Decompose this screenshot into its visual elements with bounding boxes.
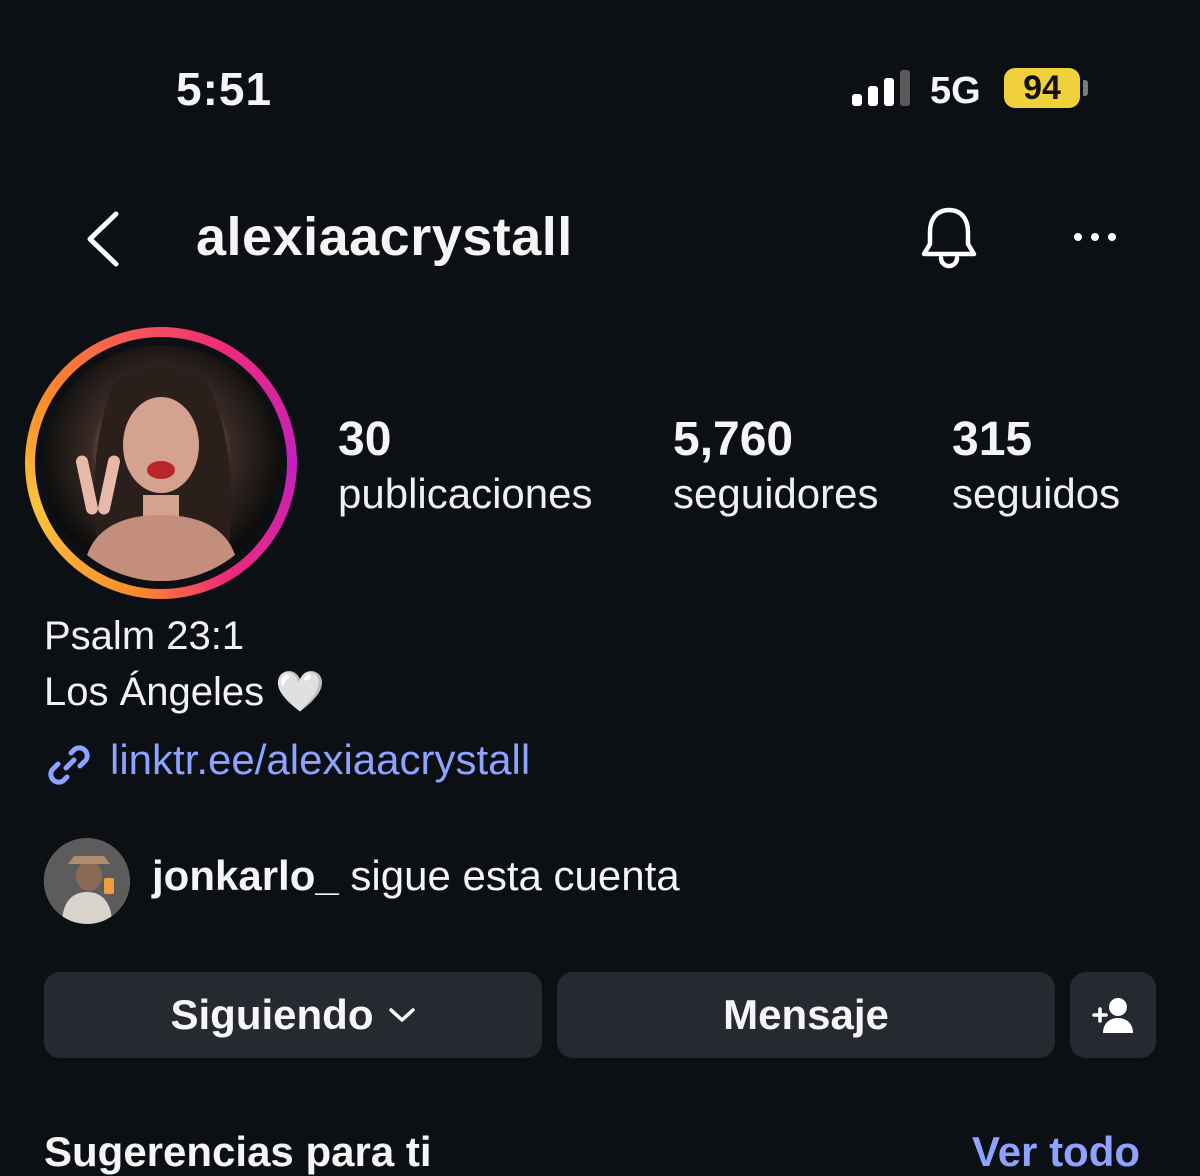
network-label: 5G (930, 70, 981, 112)
bell-icon[interactable] (916, 204, 982, 270)
followed-by-text: jonkarlo_ sigue esta cuenta (152, 852, 680, 900)
follower-avatar[interactable] (44, 838, 130, 924)
more-icon[interactable] (1070, 222, 1120, 252)
signal-icon (852, 70, 910, 106)
link-icon (48, 745, 90, 785)
bio-location: Los Ángeles (44, 670, 265, 714)
suggestions-title: Sugerencias para ti (44, 1128, 432, 1175)
profile-username: alexiaacrystall (196, 207, 573, 267)
followed-by-suffix: sigue esta cuenta (338, 852, 680, 899)
battery-indicator: 94 (1004, 68, 1080, 108)
following-button-label: Siguiendo (170, 991, 374, 1038)
add-user-button[interactable] (1070, 972, 1156, 1058)
message-button-label: Mensaje (723, 991, 889, 1038)
add-user-icon (1092, 998, 1133, 1033)
bio-line-1: Psalm 23:1 (44, 614, 245, 658)
bio-line-2: Los Ángeles 🤍 (44, 668, 325, 715)
follower-username[interactable]: jonkarlo_ (152, 852, 339, 899)
posts-label[interactable]: publicaciones (338, 470, 593, 518)
following-count[interactable]: 315 (952, 412, 1032, 467)
avatar-photo (43, 345, 279, 581)
posts-count[interactable]: 30 (338, 412, 391, 467)
status-time: 5:51 (176, 63, 273, 115)
following-label[interactable]: seguidos (952, 470, 1120, 518)
heart-emoji: 🤍 (275, 670, 326, 714)
battery-tip (1083, 80, 1088, 96)
back-icon[interactable] (80, 208, 130, 270)
following-button[interactable]: Siguiendo (44, 972, 542, 1058)
message-button[interactable]: Mensaje (557, 972, 1055, 1058)
profile-avatar[interactable] (25, 327, 297, 599)
see-all-link[interactable]: Ver todo (972, 1128, 1140, 1176)
followers-count[interactable]: 5,760 (673, 412, 793, 467)
chevron-down-icon (388, 1008, 415, 1022)
followers-label[interactable]: seguidores (673, 470, 878, 518)
bio-link[interactable]: linktr.ee/alexiaacrystall (110, 736, 530, 784)
